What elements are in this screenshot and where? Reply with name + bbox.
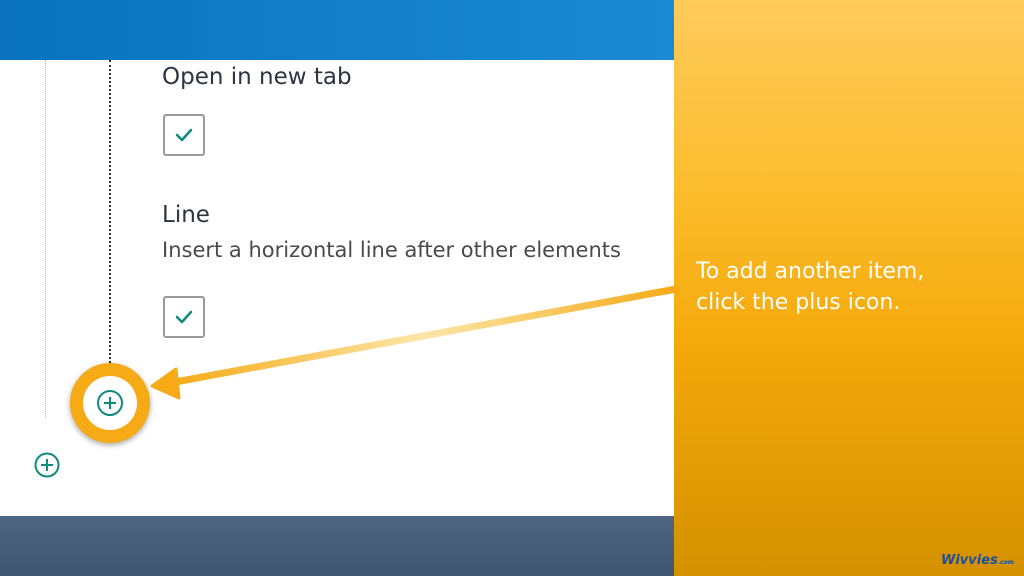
callout-text: To add another item, click the plus icon… xyxy=(696,256,996,318)
highlight-ring xyxy=(70,363,150,443)
brand-logo: Wivvies.com xyxy=(941,553,1014,568)
form-canvas xyxy=(0,60,674,516)
plus-circle-icon xyxy=(34,452,60,478)
header-bar xyxy=(0,0,674,60)
checkmark-icon xyxy=(175,128,193,142)
footer-bar xyxy=(0,516,674,576)
open-in-new-tab-checkbox[interactable] xyxy=(163,114,205,156)
line-label: Line xyxy=(162,202,210,228)
nesting-guide-outer xyxy=(45,60,46,418)
add-item-button[interactable] xyxy=(83,376,137,430)
add-outer-item-button[interactable] xyxy=(32,450,62,480)
nesting-guide-inner xyxy=(109,60,111,375)
open-in-new-tab-label: Open in new tab xyxy=(162,64,352,90)
brand-suffix: .com xyxy=(997,559,1014,566)
line-checkbox[interactable] xyxy=(163,296,205,338)
plus-circle-icon xyxy=(97,390,123,416)
checkmark-icon xyxy=(175,310,193,324)
line-description: Insert a horizontal line after other ele… xyxy=(162,238,621,262)
brand-name: Wivvies xyxy=(941,553,998,568)
callout-panel: To add another item, click the plus icon… xyxy=(674,0,1024,576)
callout-line-2: click the plus icon. xyxy=(696,290,901,315)
callout-line-1: To add another item, xyxy=(696,259,925,284)
